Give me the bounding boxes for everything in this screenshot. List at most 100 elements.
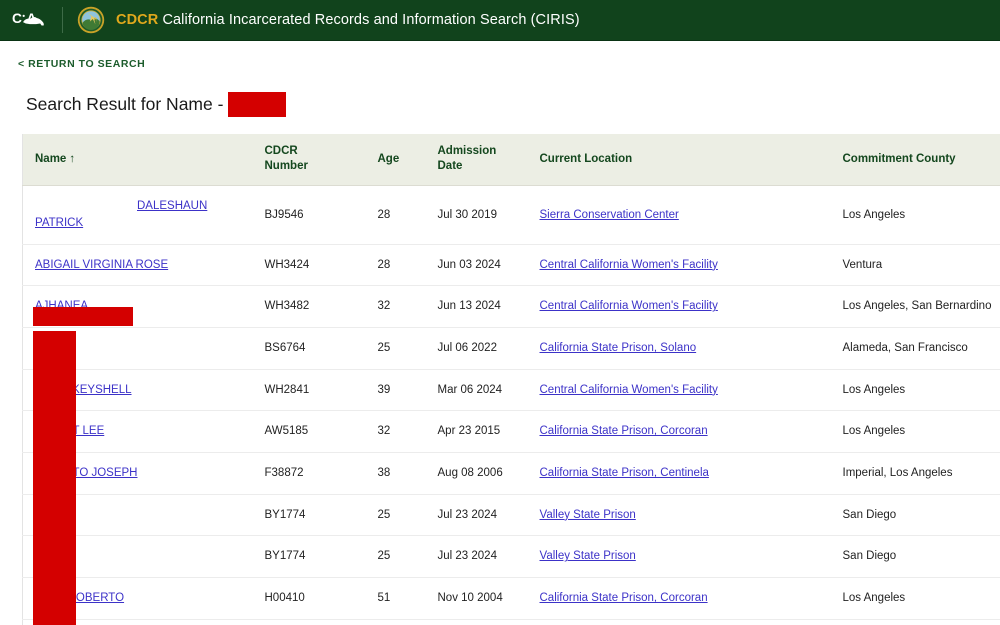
column-header-location-label: Current Location [539, 152, 633, 165]
page-title: CDCR California Incarcerated Records and… [116, 12, 580, 28]
cell-admission-date: Jul 23 2024 [425, 494, 528, 537]
cell-cdcr-number: WH3482 [252, 285, 366, 329]
cell-age: 51 [365, 577, 426, 620]
cell-age: 28 [365, 244, 426, 287]
cell-cdcr-number: BY1774 [252, 535, 366, 579]
column-header-county-label: Commitment County [842, 152, 956, 165]
cell-admission-date: Jul 06 2022 [425, 327, 528, 370]
cell-current-location: Central California Women's Facility [527, 285, 831, 329]
cell-admission-date: Jun 13 2024 [425, 285, 528, 329]
table-row: AJHANEAWH348232Jun 13 2024Central Califo… [22, 285, 1000, 329]
cell-cdcr-number: WH2841 [252, 369, 366, 412]
cell-commitment-county: Alameda, San Francisco [830, 327, 1000, 370]
cell-name: DALESHAUN PATRICK [22, 185, 253, 245]
cell-current-location: Valley State Prison [527, 535, 831, 579]
table-row: ABIGAIL VIRGINIA ROSE WH3424 28 Jun 03 2024… [22, 244, 1000, 287]
results-table-container: Name ↑ CDCR Number Age Admission Date Cur [22, 134, 1000, 625]
table-row: ALEX BBY177425Jul 23 2024Valley State Pr… [22, 494, 1000, 537]
cell-current-location: Valley State Prison [527, 494, 831, 537]
table-row: AKIRA KEYSHELL WH2841 39 Mar 06 2024 Central… [22, 369, 1000, 412]
table-row: DALESHAUN PATRICK BJ9546 28 Jul 30 2019 Sier… [22, 185, 1000, 245]
redacted-name-block-row-1 [33, 307, 133, 326]
location-link[interactable]: California State Prison, Centinela [540, 467, 709, 479]
cell-current-location: California State Prison, Solano [527, 327, 831, 370]
cell-commitment-county: Los Angeles [830, 369, 1000, 412]
cell-commitment-county: Los Angeles [830, 577, 1000, 620]
cell-age: 32 [365, 410, 426, 454]
column-header-admission-line1: Admission [437, 145, 497, 157]
search-result-title: Search Result for Name - [26, 93, 224, 114]
column-header-name[interactable]: Name ↑ [22, 134, 253, 187]
cell-name: ABIGAIL VIRGINIA ROSE [22, 244, 253, 287]
location-link[interactable]: Central California Women's Facility [540, 259, 718, 271]
header-title-text: California Incarcerated Records and Info… [162, 12, 580, 28]
cell-admission-date: Apr 23 2015 [425, 410, 528, 454]
cell-admission-date: Mar 06 2024 [425, 369, 528, 412]
column-header-cdcr-number[interactable]: CDCR Number [252, 134, 366, 187]
cell-current-location: Sierra Conservation Center [527, 185, 831, 245]
table-row: ALEX BBY177425Jul 23 2024Valley State Pr… [22, 535, 1000, 579]
location-link[interactable]: Sierra Conservation Center [540, 209, 679, 221]
column-header-age[interactable]: Age [365, 134, 426, 187]
table-body: DALESHAUN PATRICK BJ9546 28 Jul 30 2019 Sier… [22, 185, 1000, 625]
cell-cdcr-number: BN5399 [252, 619, 366, 625]
cell-current-location: Central California Women's Facility [527, 369, 831, 412]
california-state-logo: C A [12, 7, 56, 33]
cell-cdcr-number: AW5185 [252, 410, 366, 454]
cell-age: 25 [365, 535, 426, 579]
location-link[interactable]: California State Prison, Solano [540, 342, 697, 354]
table-header: Name ↑ CDCR Number Age Admission Date Cur [22, 134, 1000, 187]
location-link[interactable]: Valley State Prison [540, 509, 636, 521]
cell-commitment-county: Riverside, Sacramento [830, 619, 1000, 625]
cell-age: 25 [365, 327, 426, 370]
column-header-commitment-county[interactable]: Commitment County [830, 134, 1000, 187]
return-to-search-link[interactable]: < RETURN TO SEARCH [18, 58, 145, 70]
cell-age: 39 [365, 369, 426, 412]
cell-cdcr-number: BJ9546 [252, 185, 366, 245]
cell-current-location: California State Prison, Centinela [527, 452, 831, 495]
cell-admission-date: Jun 03 2024 [425, 244, 528, 287]
cell-admission-date: Jul 23 2024 [425, 535, 528, 579]
location-link[interactable]: California State Prison, Corcoran [540, 592, 708, 604]
cell-current-location: Kern Valley State Prison [527, 619, 831, 625]
content-area: < RETURN TO SEARCH Search Result for Nam… [0, 41, 1000, 625]
cell-current-location: California State Prison, Corcoran [527, 410, 831, 454]
location-link[interactable]: California State Prison, Corcoran [540, 425, 708, 437]
cell-cdcr-number: WH3424 [252, 244, 366, 287]
table-row: ALBERT LEEAW518532Apr 23 2015California … [22, 410, 1000, 454]
cell-cdcr-number: BS6764 [252, 327, 366, 370]
cell-commitment-county: Imperial, Los Angeles [830, 452, 1000, 495]
cell-admission-date: Nov 10 2004 [425, 577, 528, 620]
sort-ascending-icon: ↑ [69, 152, 76, 165]
cell-admission-date: Aug 08 2006 [425, 452, 528, 495]
site-header: C A CDCR California Incarcerated Records… [0, 0, 1000, 41]
cell-cdcr-number: F38872 [252, 452, 366, 495]
table-row: ALEX ROBERTO H00410 51 Nov 10 2004 Californi… [22, 577, 1000, 620]
location-link[interactable]: Valley State Prison [540, 550, 636, 562]
cdcr-brand-label: CDCR [116, 12, 159, 28]
cell-admission-date: Apr 26 2021 [425, 619, 528, 625]
redacted-name-column-bar [33, 331, 76, 625]
cell-commitment-county: Los Angeles [830, 410, 1000, 454]
table-header-row: Name ↑ CDCR Number Age Admission Date Cur [22, 134, 1000, 187]
inmate-name-link[interactable]: ABIGAIL VIRGINIA ROSE [35, 259, 168, 271]
column-header-current-location[interactable]: Current Location [527, 134, 831, 187]
cell-age: 28 [365, 185, 426, 245]
column-header-admission-line2: Date [437, 160, 463, 173]
cell-commitment-county: Los Angeles [830, 185, 1000, 245]
cell-age: 38 [365, 452, 426, 495]
inmate-name-link[interactable]: DALESHAUN PATRICK [35, 200, 207, 229]
cell-commitment-county: San Diego [830, 535, 1000, 579]
column-header-admission-date[interactable]: Admission Date [425, 134, 528, 187]
header-divider [62, 7, 63, 33]
location-link[interactable]: Central California Women's Facility [540, 300, 718, 312]
search-results-table: Name ↑ CDCR Number Age Admission Date Cur [22, 134, 1000, 625]
redacted-search-term [228, 91, 287, 117]
location-link[interactable]: Central California Women's Facility [540, 384, 718, 396]
cell-age: 25 [365, 494, 426, 537]
cell-admission-date: Jul 30 2019 [425, 185, 528, 245]
table-row: ALBERTO JOSEPH F38872 38 Aug 08 2006 Califor… [22, 452, 1000, 495]
column-header-age-label: Age [377, 152, 400, 165]
cell-current-location: Central California Women's Facility [527, 244, 831, 287]
cell-commitment-county: San Diego [830, 494, 1000, 537]
